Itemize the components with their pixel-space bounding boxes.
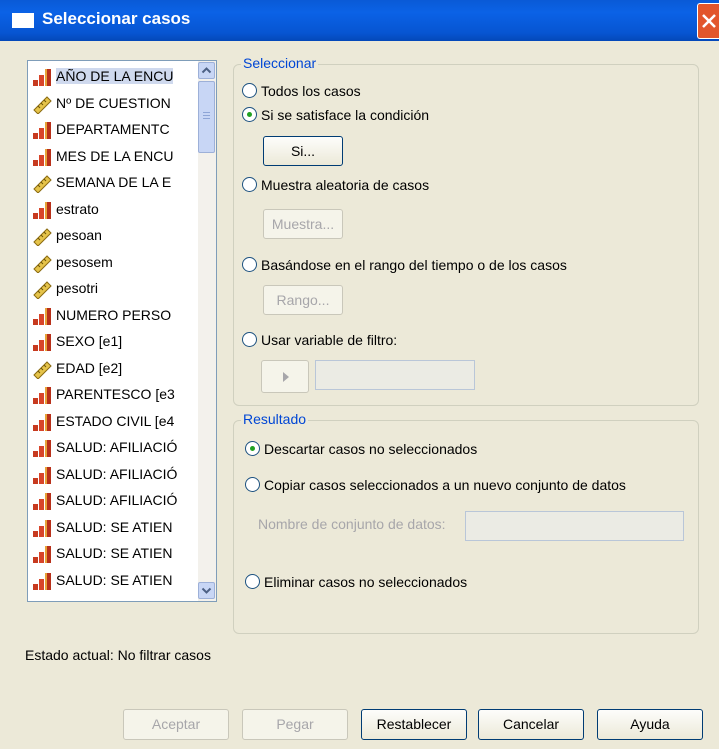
- list-item[interactable]: MES DE LA ENCU: [32, 145, 196, 169]
- nominal-icon: [32, 67, 54, 87]
- scale-icon: [32, 94, 54, 115]
- window-icon: [12, 13, 34, 28]
- list-item[interactable]: SALUD: SE ATIEN: [32, 516, 196, 540]
- cancel-button[interactable]: Cancelar: [478, 709, 584, 740]
- range-button[interactable]: Rango...: [263, 285, 343, 315]
- chevron-down-icon: [201, 587, 212, 594]
- variable-label: SALUD: AFILIACIÓ: [56, 439, 178, 455]
- variable-label: pesosem: [56, 253, 113, 270]
- list-item[interactable]: SALUD: SE ATIEN: [32, 542, 196, 566]
- variable-label: estrato: [56, 200, 99, 217]
- nominal-icon: [32, 332, 54, 352]
- variable-label: SALUD: SE ATIEN: [56, 571, 173, 588]
- list-item[interactable]: DEPARTAMENTC: [32, 118, 196, 142]
- list-item[interactable]: pesotri: [32, 277, 196, 301]
- list-item[interactable]: SALUD: AFILIACIÓ: [32, 436, 196, 460]
- reset-button[interactable]: Restablecer: [361, 709, 467, 740]
- result-group-legend: Resultado: [241, 411, 309, 427]
- nominal-icon: [32, 518, 54, 538]
- list-item[interactable]: estrato: [32, 198, 196, 222]
- nominal-icon: [32, 438, 54, 458]
- move-variable-button[interactable]: [261, 360, 309, 393]
- nominal-icon: [32, 571, 54, 591]
- nominal-icon: [32, 465, 54, 485]
- list-item[interactable]: pesoan: [32, 224, 196, 248]
- variable-label: DEPARTAMENTC: [56, 121, 170, 137]
- list-item[interactable]: ESTADO CIVIL [e4: [32, 410, 196, 434]
- list-item[interactable]: SALUD: AFILIACIÓ: [32, 489, 196, 513]
- close-button[interactable]: [697, 3, 719, 39]
- scale-icon: [32, 173, 54, 194]
- nominal-icon: [32, 200, 54, 220]
- variable-label: NUMERO PERSO: [56, 306, 172, 323]
- filter-variable-field[interactable]: [315, 360, 475, 390]
- scroll-thumb[interactable]: [198, 81, 215, 153]
- nominal-icon: [32, 147, 54, 167]
- variable-label: pesoan: [56, 227, 102, 243]
- variable-label: EDAD [e2]: [56, 359, 123, 376]
- variable-label: PARENTESCO [e3: [56, 386, 175, 402]
- list-item[interactable]: NUMERO PERSO: [32, 304, 196, 328]
- title-bar: Seleccionar casos: [0, 0, 719, 41]
- arrow-right-icon: [283, 372, 289, 382]
- list-scrollbar[interactable]: [198, 61, 216, 601]
- list-item[interactable]: pesosem: [32, 251, 196, 275]
- variable-label: MES DE LA ENCU: [56, 147, 174, 164]
- list-item[interactable]: SEXO [e1]: [32, 330, 196, 354]
- variable-label: AÑO DE LA ENCU: [56, 68, 174, 84]
- scale-icon: [32, 279, 54, 300]
- scroll-up-button[interactable]: [198, 62, 215, 79]
- ok-button[interactable]: Aceptar: [123, 709, 229, 740]
- variable-label: SALUD: SE ATIEN: [56, 545, 173, 561]
- variable-label: SEXO [e1]: [56, 333, 123, 349]
- filter-status: Estado actual: No filtrar casos: [25, 647, 211, 663]
- scale-icon: [32, 359, 54, 380]
- variable-label: SALUD: AFILIACIÓ: [56, 465, 178, 482]
- variable-list[interactable]: AÑO DE LA ENCU Nº DE CUESTION DEPARTAMENTC…: [27, 60, 217, 602]
- sample-button[interactable]: Muestra...: [263, 209, 343, 239]
- window-title: Seleccionar casos: [42, 9, 191, 28]
- list-item[interactable]: SALUD: SE ATIEN: [32, 569, 196, 593]
- select-group-legend: Seleccionar: [241, 55, 319, 71]
- paste-button[interactable]: Pegar: [242, 709, 348, 740]
- variable-label: SALUD: SE ATIEN: [56, 518, 173, 535]
- nominal-icon: [32, 491, 54, 511]
- scale-icon: [32, 253, 54, 274]
- dataset-name-label: Nombre de conjunto de datos:: [258, 516, 446, 532]
- help-button[interactable]: Ayuda: [597, 709, 703, 740]
- scroll-down-button[interactable]: [198, 582, 215, 599]
- nominal-icon: [32, 385, 54, 405]
- dataset-name-field[interactable]: [465, 511, 684, 541]
- variable-label: ESTADO CIVIL [e4: [56, 412, 175, 429]
- close-icon: [702, 14, 716, 28]
- variable-label: Nº DE CUESTION: [56, 94, 171, 111]
- nominal-icon: [32, 412, 54, 432]
- variable-label: SEMANA DE LA E: [56, 174, 172, 190]
- list-item[interactable]: Nº DE CUESTION: [32, 92, 196, 116]
- variable-label: pesotri: [56, 280, 99, 296]
- nominal-icon: [32, 306, 54, 326]
- list-item[interactable]: SALUD: AFILIACIÓ: [32, 463, 196, 487]
- variable-label: SALUD: AFILIACIÓ: [56, 492, 178, 508]
- nominal-icon: [32, 120, 54, 140]
- list-item[interactable]: EDAD [e2]: [32, 357, 196, 381]
- if-button[interactable]: Si...: [263, 136, 343, 166]
- scale-icon: [32, 226, 54, 247]
- nominal-icon: [32, 544, 54, 564]
- list-item[interactable]: SEMANA DE LA E: [32, 171, 196, 195]
- list-item[interactable]: PARENTESCO [e3: [32, 383, 196, 407]
- list-item[interactable]: AÑO DE LA ENCU: [32, 65, 196, 89]
- chevron-up-icon: [201, 67, 212, 74]
